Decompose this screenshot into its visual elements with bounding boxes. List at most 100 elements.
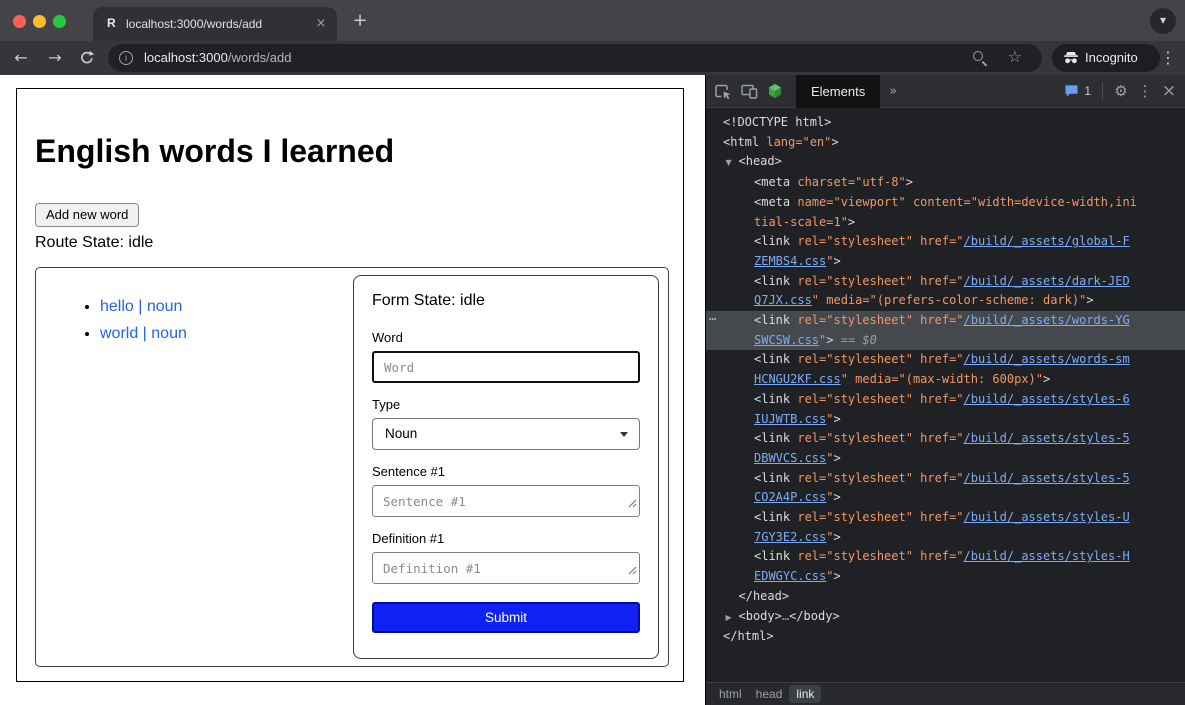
profile-button[interactable]: ▾ <box>1150 8 1176 34</box>
zoom-icon[interactable] <box>972 50 988 66</box>
type-select[interactable]: Noun <box>372 418 640 450</box>
stylesheet-link[interactable]: /build/_assets/styles-U <box>964 510 1130 524</box>
code-line[interactable]: <link rel="stylesheet" href="/build/_ass… <box>706 390 1185 410</box>
stylesheet-link[interactable]: DBWVCS.css <box>754 451 826 465</box>
sentence-field-wrap <box>372 485 640 517</box>
resize-handle-icon[interactable] <box>627 562 637 580</box>
tab-close-icon[interactable]: × <box>313 16 329 32</box>
code-line[interactable]: DBWVCS.css"> <box>706 449 1185 469</box>
close-window-button[interactable] <box>13 15 26 28</box>
stylesheet-link[interactable]: EDWGYC.css <box>754 569 826 583</box>
code-line[interactable]: 7GY3E2.css"> <box>706 528 1185 548</box>
stylesheet-link[interactable]: /build/_assets/styles-H <box>964 549 1130 563</box>
code-line[interactable]: <link rel="stylesheet" href="/build/_ass… <box>706 272 1185 292</box>
code-line[interactable]: </head> <box>706 587 1185 607</box>
collapse-icon[interactable]: ▼ <box>726 153 739 173</box>
code-text: > <box>831 135 838 149</box>
minimize-window-button[interactable] <box>33 15 46 28</box>
web-page: English words I learned Add new word Rou… <box>0 75 705 705</box>
code-line[interactable]: <link rel="stylesheet" href="/build/_ass… <box>706 232 1185 252</box>
forward-button[interactable]: → <box>44 48 66 67</box>
bookmark-star-icon[interactable]: ☆ <box>1008 47 1022 66</box>
code-line[interactable]: <link rel="stylesheet" href="/build/_ass… <box>706 547 1185 567</box>
code-line[interactable]: IUJWTB.css"> <box>706 410 1185 430</box>
issues-button[interactable]: 1 <box>1059 84 1096 98</box>
new-tab-button[interactable]: + <box>348 9 372 33</box>
stylesheet-link[interactable]: IUJWTB.css <box>754 412 826 426</box>
add-new-word-button[interactable]: Add new word <box>35 203 139 227</box>
stylesheet-link[interactable]: /build/_assets/dark-JED <box>964 274 1130 288</box>
submit-button[interactable]: Submit <box>372 602 640 633</box>
code-line[interactable]: <html lang="en"> <box>706 133 1185 153</box>
code-line[interactable]: …<link rel="stylesheet" href="/build/_as… <box>706 311 1185 331</box>
devtools-close-button[interactable]: × <box>1157 77 1181 105</box>
code-line[interactable]: <meta charset="utf-8"> <box>706 173 1185 193</box>
code-line[interactable]: <link rel="stylesheet" href="/build/_ass… <box>706 469 1185 489</box>
stylesheet-link[interactable]: SWCSW.css <box>754 333 819 347</box>
page-info-icon[interactable]: i <box>119 51 133 65</box>
code-line[interactable]: <link rel="stylesheet" href="/build/_ass… <box>706 429 1185 449</box>
address-bar[interactable]: i localhost:3000/words/add ☆ <box>108 44 1042 72</box>
fullscreen-window-button[interactable] <box>53 15 66 28</box>
inspect-element-button[interactable] <box>710 77 736 105</box>
type-select-value: Noun <box>385 426 417 441</box>
stylesheet-link[interactable]: HCNGU2KF.css <box>754 372 841 386</box>
browser-toolbar: ← → i localhost:3000/words/add ☆ <box>0 41 1185 75</box>
breadcrumb-item[interactable]: html <box>712 685 749 703</box>
node-menu-icon[interactable]: … <box>709 307 716 327</box>
code-text: <link <box>754 274 790 288</box>
stylesheet-link[interactable]: /build/_assets/words-sm <box>964 352 1130 366</box>
stylesheet-link[interactable]: /build/_assets/words-YG <box>964 313 1130 327</box>
back-button[interactable]: ← <box>10 48 32 67</box>
code-text: rel="stylesheet" href=" <box>790 392 963 406</box>
code-text: " media="(prefers-color-scheme: dark)" <box>812 293 1087 307</box>
code-line[interactable]: EDWGYC.css"> <box>706 567 1185 587</box>
code-line[interactable]: CO2A4P.css"> <box>706 488 1185 508</box>
resize-handle-icon[interactable] <box>627 495 637 513</box>
browser-menu-button[interactable]: ⋮ <box>1158 48 1178 67</box>
route-state-text: Route State: idle <box>35 234 683 252</box>
stylesheet-link[interactable]: ZEMBS4.css <box>754 254 826 268</box>
stylesheet-link[interactable]: /build/_assets/global-F <box>964 234 1130 248</box>
code-line[interactable]: HCNGU2KF.css" media="(max-width: 600px)"… <box>706 370 1185 390</box>
code-line[interactable]: <meta name="viewport" content="width=dev… <box>706 193 1185 213</box>
code-text: <html <box>723 135 759 149</box>
devtools-menu-button[interactable]: ⋮ <box>1133 77 1157 105</box>
code-line[interactable]: ▶<body>…</body> <box>706 607 1185 628</box>
stylesheet-link[interactable]: Q7JX.css <box>754 293 812 307</box>
code-text: <link <box>754 392 790 406</box>
expand-icon[interactable]: ▶ <box>726 608 739 628</box>
device-toolbar-button[interactable] <box>736 77 762 105</box>
stylesheet-link[interactable]: /build/_assets/styles-5 <box>964 471 1130 485</box>
url-path: /words/add <box>228 50 292 65</box>
stylesheet-link[interactable]: 7GY3E2.css <box>754 530 826 544</box>
stylesheet-link[interactable]: CO2A4P.css <box>754 490 826 504</box>
word-link[interactable]: hello | noun <box>100 298 182 315</box>
reload-button[interactable] <box>79 50 95 66</box>
browser-tab[interactable]: R localhost:3000/words/add × <box>93 7 337 41</box>
type-label: Type <box>372 397 640 412</box>
stylesheet-link[interactable]: /build/_assets/styles-6 <box>964 392 1130 406</box>
code-line[interactable]: <link rel="stylesheet" href="/build/_ass… <box>706 350 1185 370</box>
code-line[interactable]: SWCSW.css"> == $0 <box>706 331 1185 351</box>
extension-cube-icon[interactable] <box>762 77 788 105</box>
code-line[interactable]: ZEMBS4.css"> <box>706 252 1185 272</box>
code-text: <body> <box>739 609 782 623</box>
code-line[interactable]: </html> <box>706 627 1185 647</box>
code-line[interactable]: <link rel="stylesheet" href="/build/_ass… <box>706 508 1185 528</box>
word-link[interactable]: world | noun <box>100 325 187 342</box>
code-line[interactable]: Q7JX.css" media="(prefers-color-scheme: … <box>706 291 1185 311</box>
stylesheet-link[interactable]: /build/_assets/styles-5 <box>964 431 1130 445</box>
code-line[interactable]: ▼<head> <box>706 152 1185 173</box>
code-line[interactable]: <!DOCTYPE html> <box>706 113 1185 133</box>
more-panels-button[interactable]: » <box>880 84 906 99</box>
breadcrumb-item[interactable]: link <box>789 685 821 703</box>
definition-input[interactable] <box>372 552 640 584</box>
tab-elements[interactable]: Elements <box>796 75 880 108</box>
settings-gear-icon[interactable]: ⚙ <box>1109 77 1133 105</box>
code-text: > <box>833 451 840 465</box>
code-line[interactable]: tial-scale=1"> <box>706 213 1185 233</box>
sentence-input[interactable] <box>372 485 640 517</box>
breadcrumb-item[interactable]: head <box>749 685 790 703</box>
word-input[interactable] <box>372 351 640 383</box>
